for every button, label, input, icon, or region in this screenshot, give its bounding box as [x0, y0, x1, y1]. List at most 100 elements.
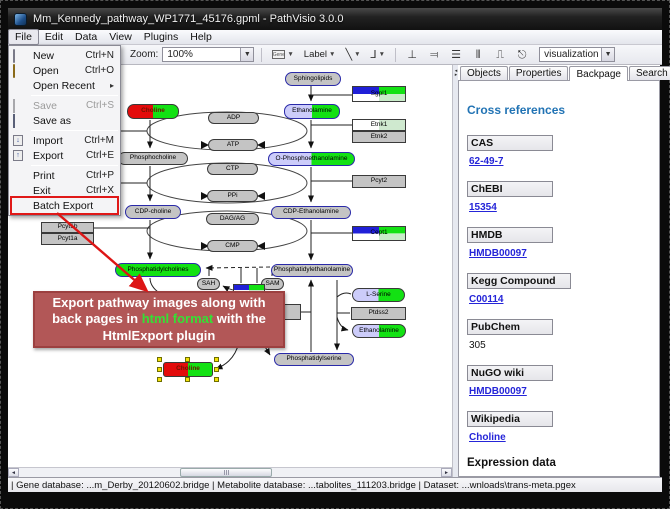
- xref-link[interactable]: HMDB00097: [469, 386, 527, 397]
- xref-link[interactable]: 15354: [469, 202, 497, 213]
- metabolite-node[interactable]: CDP-choline: [125, 205, 181, 219]
- xref-source-name: PubChem: [467, 319, 553, 335]
- xref-value: 305: [469, 340, 486, 351]
- expression-data-heading: Expression data: [467, 457, 649, 469]
- menu-help[interactable]: Help: [184, 30, 218, 44]
- menu-item-label: Open: [33, 65, 59, 77]
- selected-metabolite-node[interactable]: Choline: [163, 362, 213, 377]
- stack-horizontal-button[interactable]: ⦀: [469, 47, 487, 63]
- stack-vertical-button[interactable]: ☰: [447, 47, 465, 63]
- metabolite-node[interactable]: L-Serine: [352, 288, 405, 302]
- metabolite-node[interactable]: Ethanolamine: [352, 324, 406, 338]
- metabolite-node[interactable]: PPi: [207, 190, 258, 202]
- menu-file[interactable]: File: [8, 29, 39, 45]
- menu-item-save-as[interactable]: Save as: [9, 113, 120, 128]
- xref-link[interactable]: HMDB00097: [469, 248, 527, 259]
- gene-node[interactable]: Pcyt2: [352, 175, 406, 188]
- line-tool-button[interactable]: ╲ ▼: [342, 47, 363, 63]
- menu-item-print[interactable]: Print Ctrl+P: [9, 168, 120, 183]
- xref-link[interactable]: Choline: [469, 432, 506, 443]
- menu-item-batch-export[interactable]: Batch Export: [9, 198, 120, 213]
- metabolite-node[interactable]: Phosphatidylcholines: [115, 263, 201, 277]
- datanode-button[interactable]: Gene ▼: [269, 47, 296, 63]
- selection-handle[interactable]: [157, 367, 162, 372]
- metabolite-node[interactable]: Phosphatidylserine: [274, 353, 354, 366]
- selection-handle[interactable]: [157, 357, 162, 362]
- metabolite-node[interactable]: Sphingolipids: [285, 72, 341, 86]
- metabolite-node[interactable]: DAG/AG: [206, 213, 259, 225]
- selection-handle[interactable]: [214, 357, 219, 362]
- menu-edit[interactable]: Edit: [39, 30, 69, 44]
- metabolite-node[interactable]: O-Phosphoethanolamine: [268, 152, 355, 166]
- metabolite-node[interactable]: Choline: [127, 104, 179, 119]
- selection-handle[interactable]: [185, 377, 190, 382]
- metabolite-node[interactable]: ATP: [208, 139, 258, 151]
- tab-backpage[interactable]: Backpage: [569, 66, 627, 81]
- menu-item-import[interactable]: ↓ Import Ctrl+M: [9, 133, 120, 148]
- menu-item-open-recent[interactable]: Open Recent ▸: [9, 78, 120, 93]
- hscrollbar-thumb[interactable]: [180, 468, 272, 477]
- chevron-down-icon[interactable]: ▼: [287, 51, 293, 58]
- selection-handle[interactable]: [214, 377, 219, 382]
- metabolite-node[interactable]: SAH: [197, 278, 220, 290]
- metabolite-node[interactable]: CDP-Ethanolamine: [271, 206, 351, 219]
- gene-node[interactable]: Cept1: [352, 226, 406, 241]
- side-panel: Objects Properties Backpage Search Legen…: [458, 65, 660, 477]
- chevron-down-icon[interactable]: ▼: [354, 51, 360, 58]
- metabolite-node[interactable]: Ethanolamine: [284, 104, 340, 119]
- menu-data[interactable]: Data: [69, 30, 103, 44]
- xref-section-pubchem: PubChem 305: [467, 319, 649, 353]
- chevron-down-icon[interactable]: ▼: [601, 48, 614, 61]
- tab-properties[interactable]: Properties: [509, 66, 569, 80]
- gene-node-partially-hidden[interactable]: [283, 304, 301, 320]
- menu-item-label: New: [33, 50, 54, 62]
- connector-tool-button[interactable]: ⅃ ▼: [368, 47, 389, 63]
- menubar: File Edit Data View Plugins Help: [8, 30, 662, 45]
- gene-node[interactable]: Ptdss2: [351, 307, 406, 320]
- metabolite-node[interactable]: ADP: [208, 112, 259, 124]
- common-width-button[interactable]: ⎍: [491, 47, 509, 63]
- statusbar-text: | Gene database: ...m_Derby_20120602.bri…: [11, 480, 576, 491]
- metabolite-node[interactable]: CTP: [207, 163, 258, 175]
- menu-item-shortcut: Ctrl+S: [86, 100, 114, 111]
- chevron-down-icon[interactable]: ▼: [329, 51, 335, 58]
- menu-item-shortcut: Ctrl+X: [86, 185, 114, 196]
- chevron-down-icon[interactable]: ▼: [379, 51, 385, 58]
- xref-link[interactable]: 62-49-7: [469, 156, 503, 167]
- xref-link[interactable]: C00114: [469, 294, 503, 305]
- metabolite-node[interactable]: Phosphatidylethanolamine: [271, 264, 353, 277]
- tab-objects[interactable]: Objects: [460, 66, 508, 80]
- selection-handle[interactable]: [214, 367, 219, 372]
- gene-node[interactable]: Etnk2: [352, 131, 406, 143]
- label-button[interactable]: Label ▼: [301, 47, 339, 63]
- menu-item-save[interactable]: Save Ctrl+S: [9, 98, 120, 113]
- menu-plugins[interactable]: Plugins: [138, 30, 184, 44]
- menu-item-export[interactable]: ↑ Export Ctrl+E: [9, 148, 120, 163]
- align-center-button[interactable]: ⊥: [403, 47, 421, 63]
- gene-node[interactable]: Sgpl1: [352, 86, 406, 102]
- metabolite-node[interactable]: Phosphocholine: [118, 152, 188, 165]
- gene-node[interactable]: Pcyt1a: [41, 233, 94, 245]
- common-height-button[interactable]: ⎋: [513, 47, 531, 63]
- scroll-right-icon[interactable]: ►: [441, 468, 452, 477]
- visualization-combobox[interactable]: visualization ▼: [539, 47, 615, 62]
- selection-handle[interactable]: [157, 377, 162, 382]
- statusbar: | Gene database: ...m_Derby_20120602.bri…: [8, 477, 662, 492]
- align-middle-button[interactable]: ⫤: [425, 47, 443, 63]
- zoom-combobox[interactable]: 100% ▼: [162, 47, 254, 62]
- line-icon: ╲: [345, 48, 352, 61]
- tab-search[interactable]: Search: [629, 66, 670, 80]
- selection-handle[interactable]: [185, 357, 190, 362]
- gene-node[interactable]: Etnk1: [352, 119, 406, 131]
- menu-view[interactable]: View: [103, 30, 138, 44]
- menu-item-open[interactable]: Open Ctrl+O: [9, 63, 120, 78]
- menu-item-new[interactable]: New Ctrl+N: [9, 48, 120, 63]
- chevron-down-icon[interactable]: ▼: [240, 48, 253, 61]
- highlight-red-box: [10, 196, 119, 215]
- metabolite-node[interactable]: CMP: [207, 240, 258, 252]
- canvas-hscrollbar[interactable]: ◄ ►: [8, 467, 452, 477]
- xref-source-name: ChEBI: [467, 181, 553, 197]
- gene-node[interactable]: Pcyt1b: [41, 222, 94, 233]
- scroll-left-icon[interactable]: ◄: [8, 468, 19, 477]
- menu-item-shortcut: Ctrl+E: [86, 150, 114, 161]
